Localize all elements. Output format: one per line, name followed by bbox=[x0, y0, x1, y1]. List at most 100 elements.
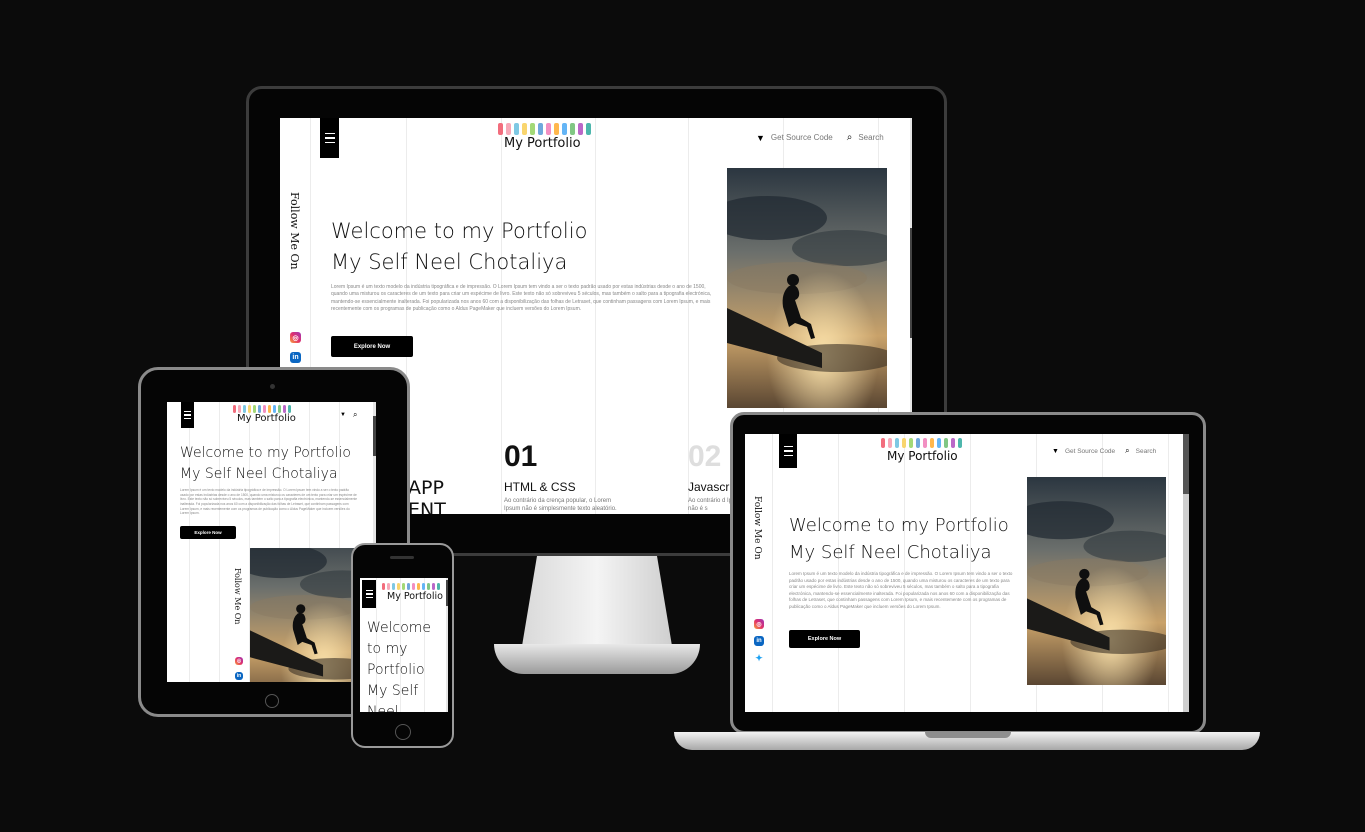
gitlab-icon: ▼ bbox=[1052, 447, 1059, 455]
logo-stripe bbox=[562, 123, 567, 135]
logo-stripe bbox=[427, 583, 430, 590]
logo-stripe bbox=[944, 438, 948, 448]
instagram-icon[interactable]: ◎ bbox=[290, 332, 301, 343]
logo-stripe bbox=[554, 123, 559, 135]
logo-stripe bbox=[506, 123, 511, 135]
logo-stripes bbox=[498, 123, 591, 135]
menu-button[interactable] bbox=[362, 580, 376, 608]
logo-stripes bbox=[881, 438, 962, 448]
gitlab-icon[interactable]: ▼ bbox=[340, 412, 346, 418]
logo-stripe bbox=[916, 438, 920, 448]
linkedin-icon[interactable]: in bbox=[290, 352, 301, 363]
hero-intro: Lorem Ipsum é um texto modelo da indústr… bbox=[180, 488, 357, 516]
follow-me-label: Follow Me On bbox=[233, 568, 242, 625]
hero-heading-line2: My Self Neel Chotaliya bbox=[331, 250, 568, 274]
menu-button[interactable] bbox=[779, 434, 797, 468]
linkedin-icon[interactable]: in bbox=[754, 636, 764, 646]
twitter-icon[interactable]: ✦ bbox=[754, 653, 764, 663]
logo-stripe bbox=[268, 405, 271, 413]
logo-stripes bbox=[233, 405, 291, 413]
logo-stripe bbox=[546, 123, 551, 135]
logo-stripe bbox=[278, 405, 281, 413]
linkedin-icon[interactable]: in bbox=[235, 672, 243, 680]
hero-heading-line2: My Self Neel Chotaliya bbox=[180, 466, 338, 482]
logo-stripe bbox=[570, 123, 575, 135]
logo-stripe bbox=[382, 583, 385, 590]
logo[interactable]: My Portfolio bbox=[237, 413, 296, 424]
logo[interactable]: My Portfolio bbox=[887, 449, 958, 463]
logo-stripe bbox=[283, 405, 286, 413]
explore-now-button[interactable]: Explore Now bbox=[180, 526, 236, 539]
logo-stripe bbox=[930, 438, 934, 448]
skill-number: 02 bbox=[688, 440, 722, 473]
hero-heading-line1: Welcome to my Portfolio bbox=[789, 515, 1009, 536]
logo-stripe bbox=[888, 438, 892, 448]
phone-speaker bbox=[390, 556, 414, 559]
logo-stripe bbox=[402, 583, 405, 590]
phone-screen: My Portfolio Welcome to my Portfolio My … bbox=[360, 578, 448, 712]
logo-stripe bbox=[412, 583, 415, 590]
explore-now-button[interactable]: Explore Now bbox=[789, 630, 860, 648]
laptop-notch bbox=[925, 732, 1011, 738]
menu-button[interactable] bbox=[320, 118, 339, 158]
hero-photo bbox=[727, 168, 887, 408]
laptop-screen: My Portfolio ▼ Get Source Code ⌕ Search … bbox=[745, 434, 1189, 712]
skill-title: Javascr bbox=[688, 480, 730, 494]
scrollbar[interactable] bbox=[1183, 434, 1189, 712]
get-source-code-link[interactable]: Get Source Code bbox=[1065, 448, 1115, 455]
logo-stripe bbox=[397, 583, 400, 590]
logo-stripe bbox=[233, 405, 236, 413]
instagram-icon[interactable]: ◎ bbox=[235, 657, 243, 665]
logo-stripe bbox=[578, 123, 583, 135]
app-text: APP ENT bbox=[408, 477, 446, 514]
get-source-code-link[interactable]: Get Source Code bbox=[771, 133, 833, 142]
tablet-camera bbox=[270, 384, 275, 389]
hero-heading-line1: Welcome to my Portfolio bbox=[331, 219, 588, 243]
logo-stripe bbox=[258, 405, 261, 413]
hero-intro: Lorem Ipsum é um texto modelo da indústr… bbox=[789, 571, 1013, 609]
logo-stripe bbox=[895, 438, 899, 448]
logo-stripe bbox=[253, 405, 256, 413]
logo-stripe bbox=[422, 583, 425, 590]
search-link[interactable]: Search bbox=[858, 133, 883, 142]
logo-stripe bbox=[432, 583, 435, 590]
logo-stripe bbox=[498, 123, 503, 135]
tablet-screen: My Portfolio ▼ ⌕ Welcome to my Portfolio… bbox=[167, 402, 376, 682]
logo-stripe bbox=[530, 123, 535, 135]
instagram-icon[interactable]: ◎ bbox=[754, 619, 764, 629]
logo-stripe bbox=[881, 438, 885, 448]
logo-stripe bbox=[248, 405, 251, 413]
gitlab-icon: ▼ bbox=[756, 132, 765, 143]
phone-home-button[interactable] bbox=[395, 724, 411, 740]
logo-stripe bbox=[238, 405, 241, 413]
logo-stripe bbox=[923, 438, 927, 448]
logo-stripe bbox=[407, 583, 410, 590]
logo[interactable]: My Portfolio bbox=[387, 591, 443, 602]
logo-stripe bbox=[514, 123, 519, 135]
logo-stripe bbox=[417, 583, 420, 590]
menu-button[interactable] bbox=[181, 402, 194, 428]
logo-stripe bbox=[909, 438, 913, 448]
logo-stripe bbox=[263, 405, 266, 413]
logo-stripe bbox=[387, 583, 390, 590]
hero-heading-line1: Welcome to my Portfolio bbox=[180, 445, 351, 461]
search-icon[interactable]: ⌕ bbox=[847, 132, 853, 143]
logo-stripe bbox=[586, 123, 591, 135]
search-icon[interactable]: ⌕ bbox=[1125, 446, 1129, 456]
skill-number: 01 bbox=[504, 440, 538, 473]
logo-stripe bbox=[392, 583, 395, 590]
hero-heading: Welcome to my Portfolio My Self Neel bbox=[367, 620, 432, 712]
logo[interactable]: My Portfolio bbox=[504, 136, 581, 151]
logo-stripe bbox=[522, 123, 527, 135]
tablet-home-button[interactable] bbox=[265, 694, 279, 708]
logo-stripe bbox=[243, 405, 246, 413]
logo-stripe bbox=[288, 405, 291, 413]
hero-photo bbox=[1027, 477, 1166, 685]
explore-now-button[interactable]: Explore Now bbox=[331, 336, 413, 357]
search-icon[interactable]: ⌕ bbox=[353, 410, 357, 420]
logo-stripe bbox=[958, 438, 962, 448]
logo-stripe bbox=[937, 438, 941, 448]
hero-heading-line2: My Self Neel Chotaliya bbox=[789, 542, 992, 563]
search-link[interactable]: Search bbox=[1136, 448, 1157, 455]
hero-intro: Lorem Ipsum é um texto modelo da indústr… bbox=[331, 284, 712, 312]
